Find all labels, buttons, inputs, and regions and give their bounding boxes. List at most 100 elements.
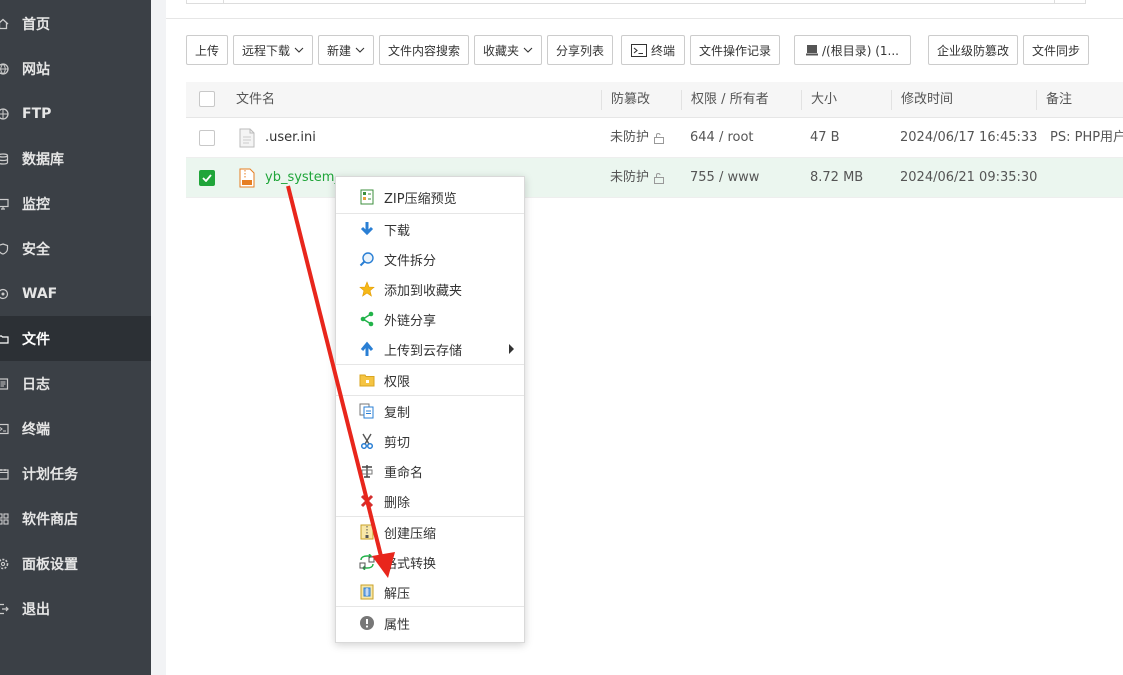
sidebar-item-logout[interactable]: 退出 xyxy=(0,586,151,631)
menu-item-split[interactable]: 文件拆分 xyxy=(336,244,524,274)
store-icon xyxy=(0,512,10,526)
select-all-checkbox[interactable] xyxy=(199,91,215,107)
menu-item-label: 格式转换 xyxy=(384,556,437,572)
permission-owner[interactable]: 644 / root xyxy=(690,118,754,158)
row-checkbox[interactable] xyxy=(199,170,215,186)
unlock-icon[interactable] xyxy=(653,132,665,148)
menu-item-add-favorite[interactable]: 添加到收藏夹 xyxy=(336,274,524,304)
context-menu: ZIP压缩预览 下载 文件拆分 添加到收藏夹 外链分享 上传到云存储 权限 复制… xyxy=(335,176,525,643)
remark[interactable] xyxy=(1050,158,1123,198)
menu-item-label: 外链分享 xyxy=(384,313,437,329)
sidebar-item-label: 网站 xyxy=(22,61,50,78)
remote-download-button[interactable]: 远程下载 xyxy=(233,35,313,65)
row-checkbox[interactable] xyxy=(199,130,215,146)
menu-item-permission[interactable]: 权限 xyxy=(336,365,524,395)
chevron-down-icon xyxy=(523,47,533,53)
menu-item-rename[interactable]: 重命名 xyxy=(336,456,524,486)
checkmark-icon xyxy=(202,174,212,182)
sidebar-item-database[interactable]: 数据库 xyxy=(0,136,151,181)
new-button[interactable]: 新建 xyxy=(318,35,374,65)
column-divider xyxy=(1036,90,1037,110)
sidebar-item-label: 监控 xyxy=(22,196,50,213)
sidebar-item-store[interactable]: 软件商店 xyxy=(0,496,151,541)
file-size: 8.72 MB xyxy=(810,170,864,185)
path-bar-divider xyxy=(223,0,224,4)
table-row[interactable]: yb_system_6.0.zip 未防护 755 / www 8.72 MB … xyxy=(186,158,1123,198)
terminal-button[interactable]: 终端 xyxy=(621,35,685,65)
terminal-icon xyxy=(630,43,647,57)
menu-item-label: 添加到收藏夹 xyxy=(384,283,463,299)
column-header-size[interactable]: 大小 xyxy=(811,82,837,118)
unlock-icon[interactable] xyxy=(653,172,665,188)
menu-item-download[interactable]: 下载 xyxy=(336,214,524,244)
share-list-label: 分享列表 xyxy=(555,43,604,58)
menu-item-zip-preview[interactable]: ZIP压缩预览 xyxy=(336,182,524,212)
menu-item-label: 删除 xyxy=(384,495,411,511)
sidebar-item-label: 首页 xyxy=(22,16,50,33)
globe-icon xyxy=(0,62,10,76)
file-sync-label: 文件同步 xyxy=(1031,43,1080,58)
sidebar-item-monitor[interactable]: 监控 xyxy=(0,181,151,226)
menu-item-label: ZIP压缩预览 xyxy=(384,191,457,207)
sidebar-item-label: 软件商店 xyxy=(22,511,78,528)
upload-button[interactable]: 上传 xyxy=(186,35,228,65)
sidebar-item-ftp[interactable]: FTP xyxy=(0,91,151,136)
sidebar-item-home[interactable]: 首页 xyxy=(0,1,151,46)
menu-divider xyxy=(336,606,524,607)
menu-item-share-link[interactable]: 外链分享 xyxy=(336,304,524,334)
menu-item-compress[interactable]: 创建压缩 xyxy=(336,517,524,547)
permission-owner[interactable]: 755 / www xyxy=(690,158,759,198)
file-name[interactable]: yb_system_6.0.zip xyxy=(265,158,335,198)
sidebar-item-logs[interactable]: 日志 xyxy=(0,361,151,406)
menu-item-properties[interactable]: 属性 xyxy=(336,608,524,638)
menu-item-cloud-upload[interactable]: 上传到云存储 xyxy=(336,334,524,364)
monitor-icon xyxy=(0,197,10,211)
zip-preview-icon xyxy=(358,188,376,206)
sidebar-item-security[interactable]: 安全 xyxy=(0,226,151,271)
sidebar-item-settings[interactable]: 面板设置 xyxy=(0,541,151,586)
sidebar-item-label: 终端 xyxy=(22,421,50,438)
share-icon xyxy=(358,310,376,328)
menu-item-convert[interactable]: 格式转换 xyxy=(336,547,524,577)
column-header-mtime[interactable]: 修改时间 xyxy=(901,82,953,118)
menu-item-extract[interactable]: 解压 xyxy=(336,577,524,607)
table-row[interactable]: .user.ini 未防护 644 / root 47 B 2024/06/17… xyxy=(186,118,1123,158)
menu-item-delete[interactable]: 删除 xyxy=(336,486,524,516)
menu-item-label: 属性 xyxy=(384,617,411,633)
modified-time: 2024/06/17 16:45:33 xyxy=(900,130,1038,145)
modified-time: 2024/06/21 09:35:30 xyxy=(900,170,1038,185)
remark[interactable]: PS: PHP用户配置 xyxy=(1050,118,1123,158)
search-content-button[interactable]: 文件内容搜索 xyxy=(379,35,469,65)
menu-item-label: 上传到云存储 xyxy=(384,343,463,359)
tamper-protection-button[interactable]: 企业级防篡改 xyxy=(928,35,1018,65)
convert-icon xyxy=(358,553,376,571)
file-log-label: 文件操作记录 xyxy=(698,43,771,58)
file-sync-button[interactable]: 文件同步 xyxy=(1023,35,1089,65)
file-name[interactable]: .user.ini xyxy=(265,118,316,158)
home-icon xyxy=(0,17,10,31)
sidebar-item-cron[interactable]: 计划任务 xyxy=(0,451,151,496)
sidebar-item-files[interactable]: 文件 xyxy=(0,316,151,361)
column-header-permission[interactable]: 权限 / 所有者 xyxy=(691,82,769,118)
sidebar-item-label: 数据库 xyxy=(22,151,64,168)
disk-icon xyxy=(806,45,818,56)
menu-item-cut[interactable]: 剪切 xyxy=(336,426,524,456)
path-bar-divider xyxy=(1054,0,1055,4)
column-header-name[interactable]: 文件名 xyxy=(236,82,275,118)
menu-item-label: 复制 xyxy=(384,405,411,421)
menu-item-copy[interactable]: 复制 xyxy=(336,396,524,426)
sidebar-item-terminal[interactable]: 终端 xyxy=(0,406,151,451)
folder-icon xyxy=(0,332,10,346)
calendar-icon xyxy=(0,467,10,481)
tamper-status: 未防护 xyxy=(610,130,650,145)
file-log-button[interactable]: 文件操作记录 xyxy=(690,35,780,65)
cut-icon xyxy=(358,432,376,450)
sidebar-item-website[interactable]: 网站 xyxy=(0,46,151,91)
share-list-button[interactable]: 分享列表 xyxy=(547,35,613,65)
sidebar-item-waf[interactable]: WAF xyxy=(0,271,151,316)
root-dir-button[interactable]: /(根目录) (1... xyxy=(794,35,911,65)
cloud-upload-icon xyxy=(358,340,376,358)
path-bar[interactable] xyxy=(186,0,1086,4)
column-header-tamper[interactable]: 防篡改 xyxy=(611,82,650,118)
favorites-button[interactable]: 收藏夹 xyxy=(474,35,542,65)
